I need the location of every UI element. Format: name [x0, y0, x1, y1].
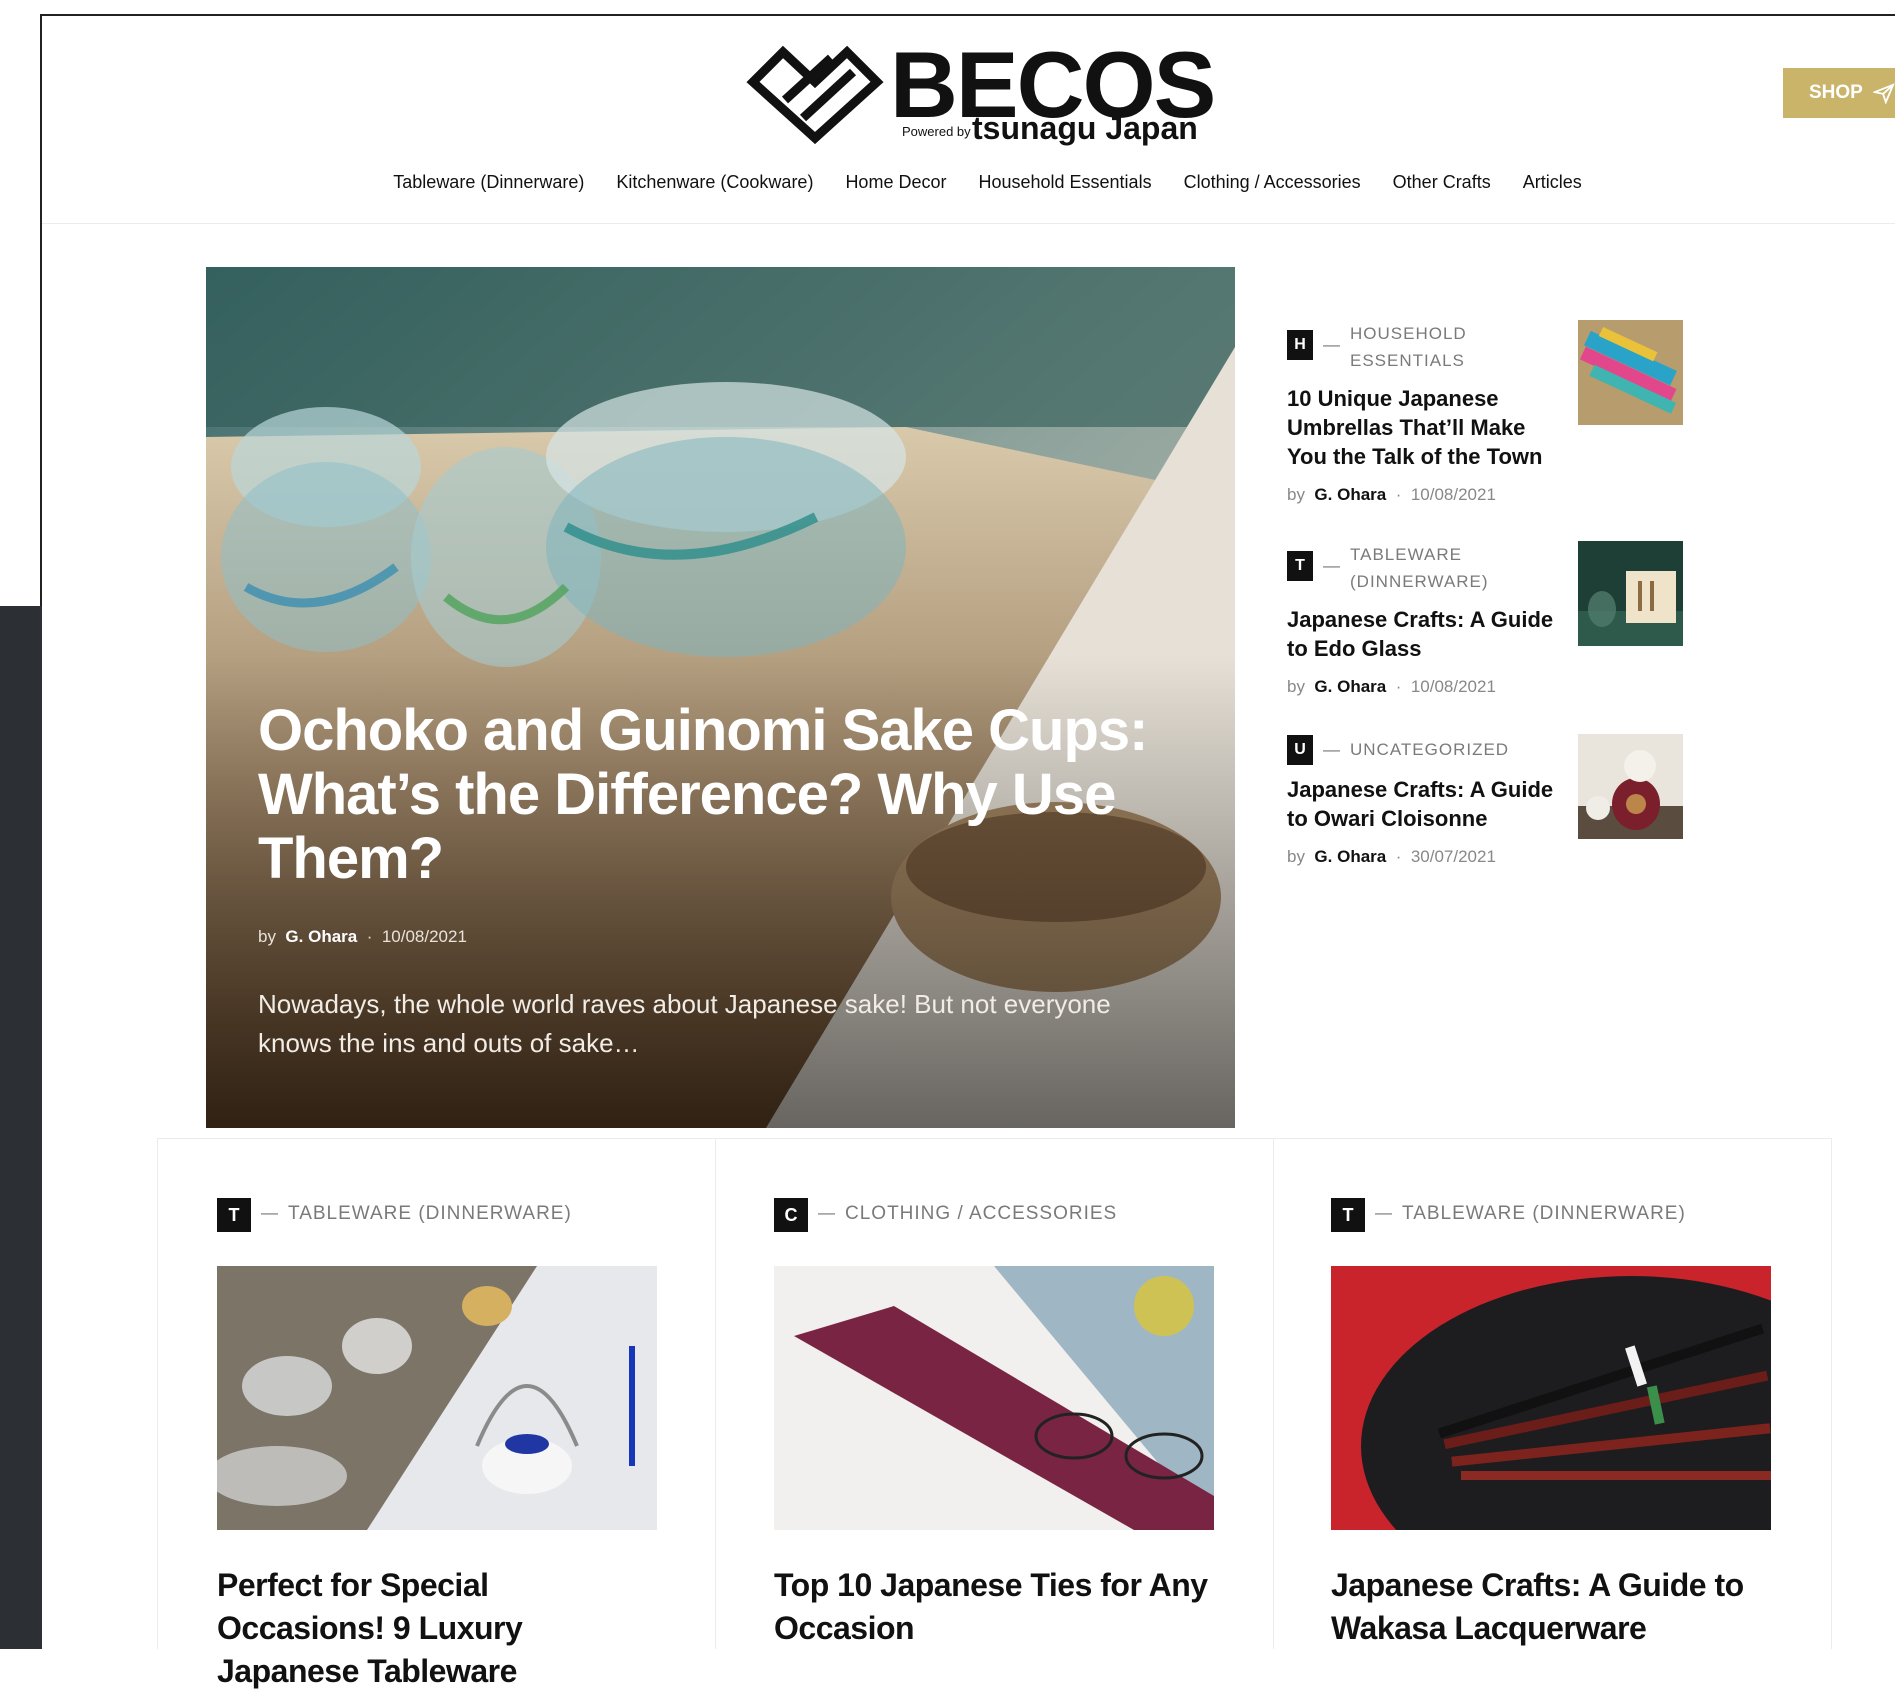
meta-by: by: [1287, 485, 1305, 504]
hero-article[interactable]: Ochoko and Guinomi Sake Cups: What’s the…: [206, 267, 1235, 1128]
category-label[interactable]: TABLEWARE (DINNERWARE): [1402, 1198, 1686, 1230]
nav-item-clothing[interactable]: Clothing / Accessories: [1184, 172, 1361, 193]
umbrellas-image: [1578, 320, 1683, 425]
ties-image: [774, 1266, 1214, 1530]
category-badge: H: [1287, 330, 1313, 360]
luxury-tableware-image: [217, 1266, 657, 1530]
nav-item-kitchenware[interactable]: Kitchenware (Cookware): [616, 172, 813, 193]
edo-glass-image: [1578, 541, 1683, 646]
nav-divider: [42, 223, 1895, 224]
nav-item-other-crafts[interactable]: Other Crafts: [1393, 172, 1491, 193]
side-article-thumbnail[interactable]: [1578, 734, 1683, 839]
site-logo[interactable]: BECOS Powered by tsunagu Japan: [745, 30, 1216, 150]
side-article-meta: by G. Ohara · 10/08/2021: [1287, 677, 1687, 697]
hero-title[interactable]: Ochoko and Guinomi Sake Cups: What’s the…: [258, 699, 1158, 891]
heart-logo-icon: [746, 45, 884, 145]
hero-excerpt: Nowadays, the whole world raves about Ja…: [258, 989, 1111, 1058]
hero-by: by: [258, 927, 276, 946]
category-badge: T: [1331, 1198, 1365, 1232]
card-divider: [1831, 1138, 1832, 1649]
side-article-thumbnail[interactable]: [1578, 541, 1683, 646]
logo-powered-by: Powered by: [902, 124, 971, 139]
article-card[interactable]: T — TABLEWARE (DINNERWARE) Perfect for S…: [217, 1198, 657, 1693]
cloisonne-image: [1578, 734, 1683, 839]
hero-sep: ·: [366, 927, 373, 946]
chopsticks-image: [1331, 1266, 1771, 1530]
hero-author[interactable]: G. Ohara: [285, 927, 357, 946]
shop-button-label: SHOP: [1809, 82, 1863, 103]
nav-item-household[interactable]: Household Essentials: [978, 172, 1151, 193]
meta-author[interactable]: G. Ohara: [1314, 847, 1386, 866]
category-label[interactable]: HOUSEHOLD ESSENTIALS: [1350, 320, 1480, 374]
meta-date: 10/08/2021: [1410, 677, 1496, 696]
meta-by: by: [1287, 847, 1305, 866]
background-panel: [0, 606, 42, 1649]
nav-item-home-decor[interactable]: Home Decor: [845, 172, 946, 193]
category-badge: T: [217, 1198, 251, 1232]
article-card[interactable]: C — CLOTHING / ACCESSORIES Top 10 Japane…: [774, 1198, 1214, 1650]
card-title[interactable]: Perfect for Special Occasions! 9 Luxury …: [217, 1564, 657, 1693]
category-badge: T: [1287, 551, 1313, 581]
cards-divider: [157, 1138, 1831, 1139]
side-article-thumbnail[interactable]: [1578, 320, 1683, 425]
window-frame-top: [40, 14, 1895, 16]
side-article-title[interactable]: Japanese Crafts: A Guide to Owari Cloiso…: [1287, 775, 1557, 833]
category-dash: —: [261, 1203, 278, 1222]
meta-sep: ·: [1395, 485, 1402, 504]
side-article-meta: by G. Ohara · 30/07/2021: [1287, 847, 1687, 867]
card-title[interactable]: Japanese Crafts: A Guide to Wakasa Lacqu…: [1331, 1564, 1771, 1650]
category-label[interactable]: UNCATEGORIZED: [1350, 735, 1509, 765]
side-article-meta: by G. Ohara · 10/08/2021: [1287, 485, 1687, 505]
card-divider: [157, 1138, 158, 1649]
category-row: T — TABLEWARE (DINNERWARE): [1331, 1198, 1771, 1232]
hero-date: 10/08/2021: [381, 927, 467, 946]
card-title[interactable]: Top 10 Japanese Ties for Any Occasion: [774, 1564, 1214, 1650]
meta-author[interactable]: G. Ohara: [1314, 677, 1386, 696]
meta-author[interactable]: G. Ohara: [1314, 485, 1386, 504]
card-image[interactable]: [217, 1266, 657, 1530]
side-article-title[interactable]: Japanese Crafts: A Guide to Edo Glass: [1287, 605, 1557, 663]
card-image[interactable]: [774, 1266, 1214, 1530]
category-label[interactable]: CLOTHING / ACCESSORIES: [845, 1198, 1117, 1230]
nav-item-tableware[interactable]: Tableware (Dinnerware): [393, 172, 584, 193]
main-nav: Tableware (Dinnerware) Kitchenware (Cook…: [0, 172, 1895, 193]
article-card[interactable]: T — TABLEWARE (DINNERWARE) Japanese Craf…: [1331, 1198, 1771, 1650]
category-label[interactable]: TABLEWARE (DINNERWARE): [288, 1198, 572, 1230]
hero-meta: by G. Ohara · 10/08/2021: [258, 927, 467, 947]
meta-date: 30/07/2021: [1410, 847, 1496, 866]
category-badge: C: [774, 1198, 808, 1232]
send-icon: [1872, 83, 1895, 104]
card-image[interactable]: [1331, 1266, 1771, 1530]
category-dash: —: [1323, 740, 1340, 759]
card-divider: [715, 1138, 716, 1649]
category-row: C — CLOTHING / ACCESSORIES: [774, 1198, 1214, 1232]
category-label[interactable]: TABLEWARE (DINNERWARE): [1350, 541, 1500, 595]
nav-item-articles[interactable]: Articles: [1523, 172, 1582, 193]
side-article-title[interactable]: 10 Unique Japanese Umbrellas That’ll Mak…: [1287, 384, 1557, 471]
category-dash: —: [818, 1203, 835, 1222]
category-row: T — TABLEWARE (DINNERWARE): [217, 1198, 657, 1232]
shop-button[interactable]: SHOP: [1783, 68, 1895, 118]
category-badge: U: [1287, 735, 1313, 765]
card-divider: [1273, 1138, 1274, 1649]
logo-subbrand: tsunagu Japan: [972, 110, 1198, 146]
meta-sep: ·: [1395, 847, 1402, 866]
category-dash: —: [1375, 1203, 1392, 1222]
meta-sep: ·: [1395, 677, 1402, 696]
meta-by: by: [1287, 677, 1305, 696]
category-dash: —: [1323, 335, 1340, 354]
meta-date: 10/08/2021: [1410, 485, 1496, 504]
category-dash: —: [1323, 556, 1340, 575]
